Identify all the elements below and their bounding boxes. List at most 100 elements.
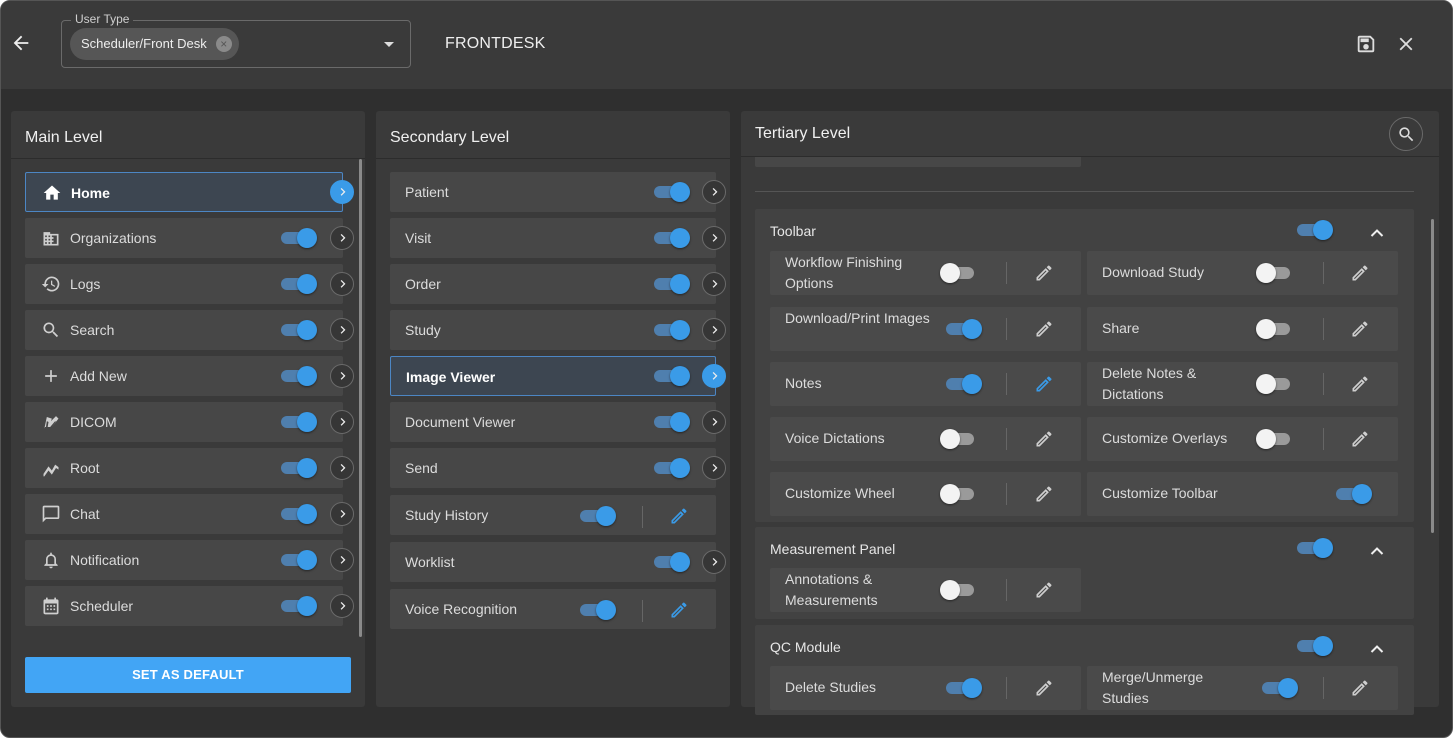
toggle-switch[interactable] [1260, 678, 1298, 698]
arrow-left-icon[interactable] [10, 32, 32, 54]
chevron-up-icon[interactable] [1370, 641, 1384, 653]
chevron-right-icon[interactable] [702, 550, 726, 574]
chevron-right-icon[interactable] [702, 180, 726, 204]
toggle-switch[interactable] [578, 506, 616, 526]
chevron-right-icon[interactable] [702, 410, 726, 434]
toggle-switch[interactable] [1334, 484, 1372, 504]
secondary-item-label: Voice Recognition [405, 601, 518, 617]
toggle-switch[interactable] [279, 596, 317, 616]
plus-icon [41, 366, 61, 386]
pencil-icon[interactable] [1034, 678, 1054, 698]
toggle-switch[interactable] [1256, 319, 1294, 339]
pencil-icon[interactable] [669, 506, 689, 526]
save-icon[interactable] [1355, 33, 1377, 55]
secondary-item-voice-recognition[interactable]: Voice Recognition [390, 589, 716, 629]
toggle-switch[interactable] [279, 504, 317, 524]
toggle-switch[interactable] [1256, 263, 1294, 283]
chevron-right-icon[interactable] [330, 318, 354, 342]
toggle-switch[interactable] [279, 320, 317, 340]
pencil-icon[interactable] [1034, 429, 1054, 449]
toggle-switch[interactable] [652, 274, 690, 294]
toggle-switch[interactable] [279, 550, 317, 570]
close-icon[interactable] [1395, 33, 1417, 55]
pencil-icon[interactable] [1034, 263, 1054, 283]
toggle-switch[interactable] [944, 374, 982, 394]
pencil-icon[interactable] [1034, 374, 1054, 394]
toggle-switch[interactable] [279, 366, 317, 386]
toggle-switch[interactable] [652, 320, 690, 340]
chevron-right-icon[interactable] [330, 226, 354, 250]
secondary-item-study-history[interactable]: Study History [390, 495, 716, 535]
main-level-scrollbar[interactable] [359, 159, 362, 637]
toggle-switch[interactable] [940, 263, 978, 283]
toggle-switch[interactable] [279, 458, 317, 478]
toggle-switch[interactable] [940, 484, 978, 504]
pencil-icon[interactable] [1350, 374, 1370, 394]
chevron-right-icon[interactable] [702, 272, 726, 296]
toggle-switch[interactable] [652, 182, 690, 202]
chevron-right-icon[interactable] [702, 364, 726, 388]
clear-chip-icon[interactable]: × [215, 36, 232, 52]
secondary-item-label: Worklist [405, 554, 455, 570]
toggle-switch[interactable] [652, 228, 690, 248]
chevron-right-icon[interactable] [702, 226, 726, 250]
chevron-up-icon[interactable] [1370, 543, 1384, 555]
chevron-right-icon[interactable] [702, 318, 726, 342]
chevron-right-icon[interactable] [330, 272, 354, 296]
separator [1006, 483, 1007, 505]
toggle-switch[interactable] [652, 552, 690, 572]
pencil-icon[interactable] [1350, 263, 1370, 283]
chevron-up-icon[interactable] [1370, 225, 1384, 237]
pencil-icon[interactable] [1034, 580, 1054, 600]
sidebar-item-label: Scheduler [70, 598, 134, 614]
pencil-icon[interactable] [669, 600, 689, 620]
toggle-knob [297, 504, 317, 524]
toggle-switch[interactable] [1295, 538, 1333, 558]
toggle-switch[interactable] [652, 412, 690, 432]
chevron-right-icon[interactable] [330, 456, 354, 480]
toggle-switch[interactable] [578, 600, 616, 620]
separator [642, 506, 643, 528]
tertiary-item-label: Share [1102, 320, 1140, 336]
tertiary-level-title: Tertiary Level [755, 125, 851, 142]
chevron-right-icon[interactable] [702, 456, 726, 480]
toggle-switch[interactable] [944, 678, 982, 698]
pencil-icon[interactable] [1034, 484, 1054, 504]
sidebar-item-label: Add New [70, 368, 127, 384]
toggle-switch[interactable] [652, 366, 690, 386]
tertiary-item-label: Workflow Finishing Options [785, 254, 903, 291]
toggle-switch[interactable] [279, 412, 317, 432]
secondary-item-label: Document Viewer [405, 414, 516, 430]
toggle-switch[interactable] [1256, 374, 1294, 394]
toggle-switch[interactable] [940, 580, 978, 600]
chevron-right-icon[interactable] [330, 410, 354, 434]
toggle-knob [1313, 636, 1333, 656]
sidebar-item-home[interactable]: Home [25, 172, 343, 212]
tertiary-item-label: Download Study [1102, 264, 1204, 280]
toggle-switch[interactable] [944, 319, 982, 339]
toggle-switch[interactable] [652, 458, 690, 478]
toggle-switch[interactable] [1256, 429, 1294, 449]
user-type-select[interactable]: User Type Scheduler/Front Desk × [61, 12, 411, 68]
user-type-legend: User Type [71, 12, 134, 26]
toggle-switch[interactable] [279, 274, 317, 294]
search-icon[interactable] [1389, 117, 1423, 151]
caret-down-icon[interactable] [384, 42, 394, 47]
sidebar-item-label: Chat [70, 506, 100, 522]
chevron-right-icon[interactable] [330, 502, 354, 526]
chevron-right-icon[interactable] [330, 364, 354, 388]
set-as-default-button[interactable]: SET AS DEFAULT [25, 657, 351, 693]
pencil-icon[interactable] [1350, 678, 1370, 698]
toggle-switch[interactable] [1295, 220, 1333, 240]
toggle-switch[interactable] [940, 429, 978, 449]
pencil-icon[interactable] [1034, 319, 1054, 339]
toggle-switch[interactable] [279, 228, 317, 248]
pencil-icon[interactable] [1350, 429, 1370, 449]
tertiary-level-scrollbar[interactable] [1431, 219, 1434, 533]
chevron-right-icon[interactable] [330, 594, 354, 618]
toggle-knob [297, 412, 317, 432]
chevron-right-icon[interactable] [330, 180, 354, 204]
chevron-right-icon[interactable] [330, 548, 354, 572]
toggle-switch[interactable] [1295, 636, 1333, 656]
pencil-icon[interactable] [1350, 319, 1370, 339]
